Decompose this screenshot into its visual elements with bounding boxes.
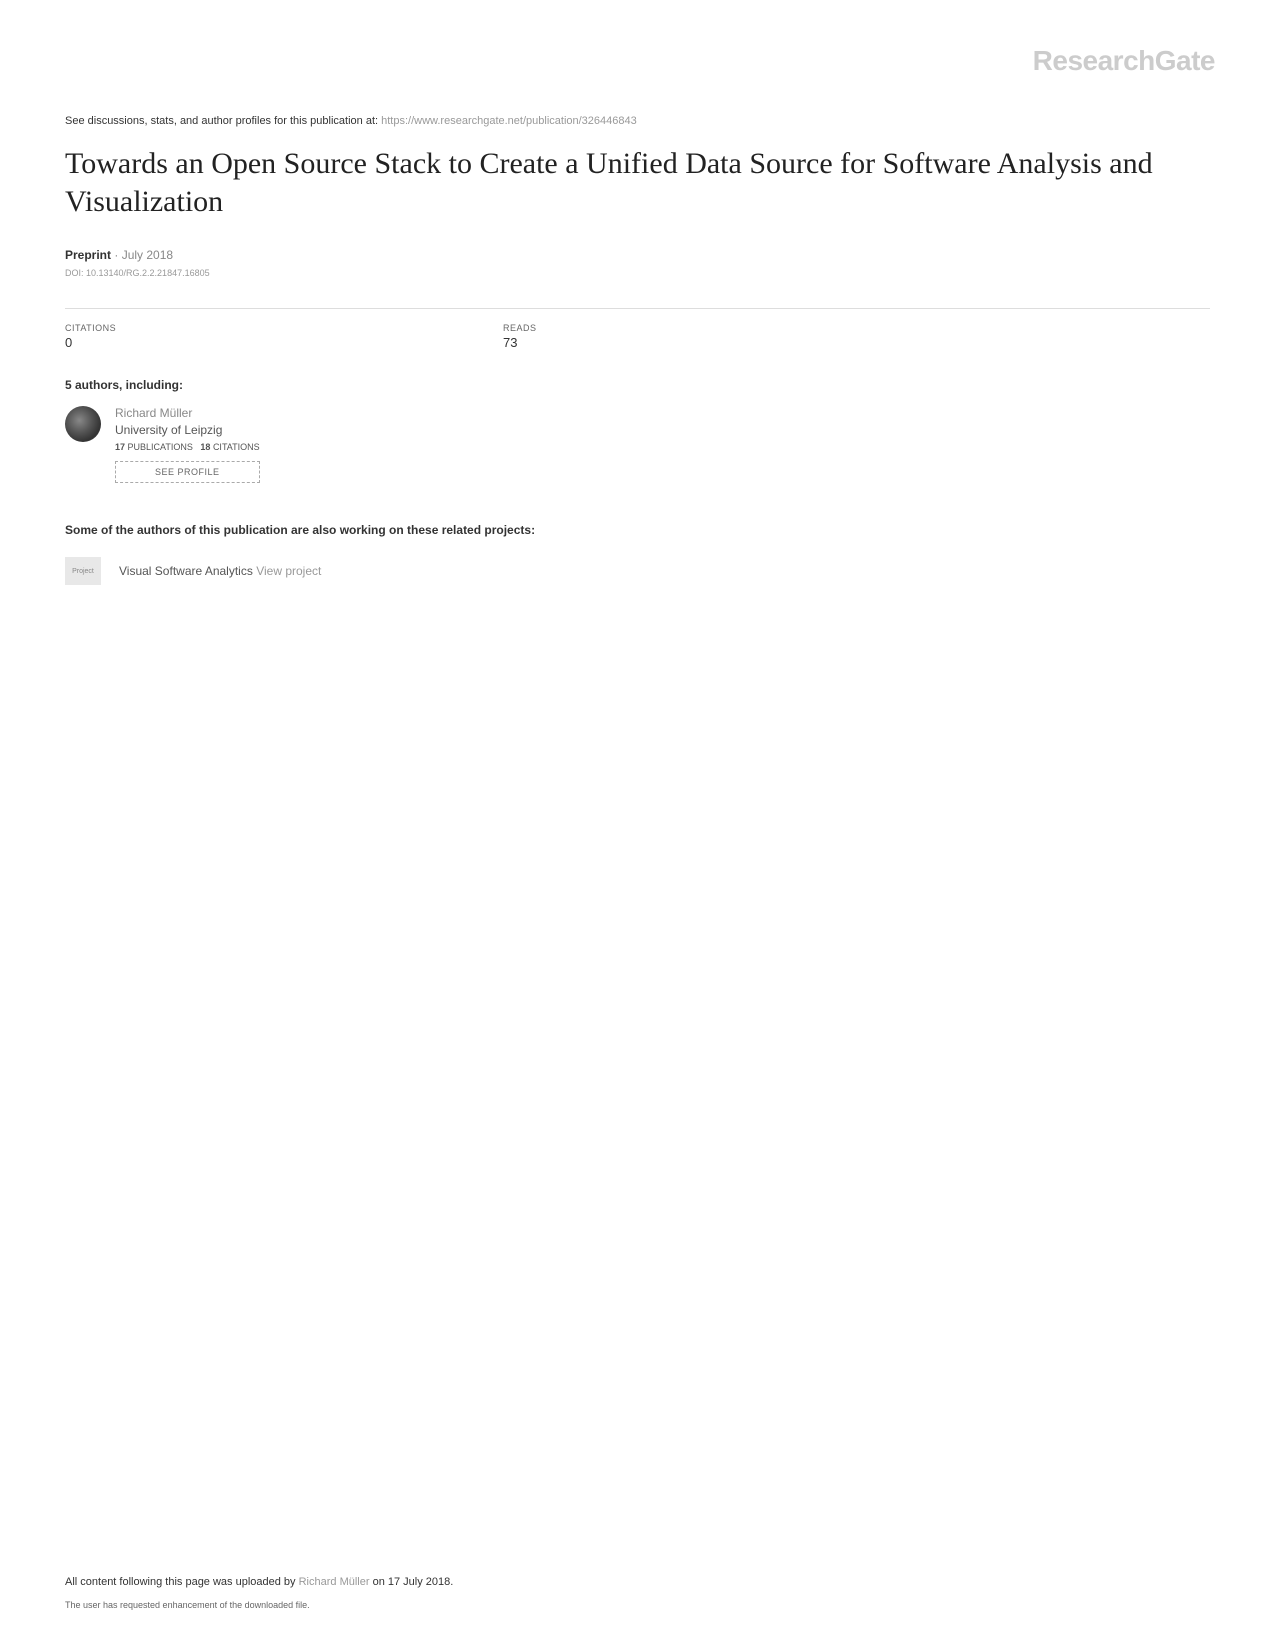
publication-meta: Preprint · July 2018 [65,248,1210,262]
author-cites-label: CITATIONS [213,442,260,452]
page-content: See discussions, stats, and author profi… [0,0,1275,585]
author-pubs-count: 17 [115,442,125,452]
citations-value: 0 [65,335,495,350]
publication-url[interactable]: https://www.researchgate.net/publication… [381,115,637,127]
discussions-prefix: See discussions, stats, and author profi… [65,115,381,127]
researchgate-logo: ResearchGate [1033,45,1215,77]
project-row: Project Visual Software Analytics View p… [65,557,1210,585]
author-info: Richard Müller University of Leipzig 17 … [115,406,260,483]
footer-enhancement-note: The user has requested enhancement of th… [65,1600,1210,1610]
citations-stat: CITATIONS 0 [65,308,495,350]
author-name[interactable]: Richard Müller [115,406,260,420]
reads-label: READS [503,323,933,333]
footer-uploader[interactable]: Richard Müller [299,1576,370,1588]
project-name: Visual Software Analytics [119,564,256,578]
publication-date: · July 2018 [114,248,173,262]
see-profile-button[interactable]: SEE PROFILE [115,461,260,483]
author-avatar[interactable] [65,406,101,442]
reads-stat: READS 73 [503,308,933,350]
author-stats: 17 PUBLICATIONS 18 CITATIONS [115,442,260,452]
authors-heading: 5 authors, including: [65,378,1210,392]
page-footer: All content following this page was uplo… [65,1576,1210,1610]
author-affiliation[interactable]: University of Leipzig [115,423,260,437]
publication-type: Preprint [65,248,111,262]
view-project-link[interactable]: View project [256,564,321,578]
reads-value: 73 [503,335,933,350]
citations-label: CITATIONS [65,323,495,333]
footer-prefix: All content following this page was uplo… [65,1576,299,1588]
discussions-line: See discussions, stats, and author profi… [65,115,1210,127]
author-block: Richard Müller University of Leipzig 17 … [65,406,1210,483]
author-pubs-label: PUBLICATIONS [128,442,193,452]
publication-title[interactable]: Towards an Open Source Stack to Create a… [65,145,1210,220]
stats-row: CITATIONS 0 READS 73 [65,308,1210,350]
footer-upload-line: All content following this page was uplo… [65,1576,1210,1588]
project-badge-icon: Project [65,557,101,585]
project-text: Visual Software Analytics View project [119,562,321,580]
publication-doi: DOI: 10.13140/RG.2.2.21847.16805 [65,268,1210,278]
footer-suffix: on 17 July 2018. [370,1576,454,1588]
related-projects-heading: Some of the authors of this publication … [65,523,1210,537]
author-cites-count: 18 [200,442,210,452]
